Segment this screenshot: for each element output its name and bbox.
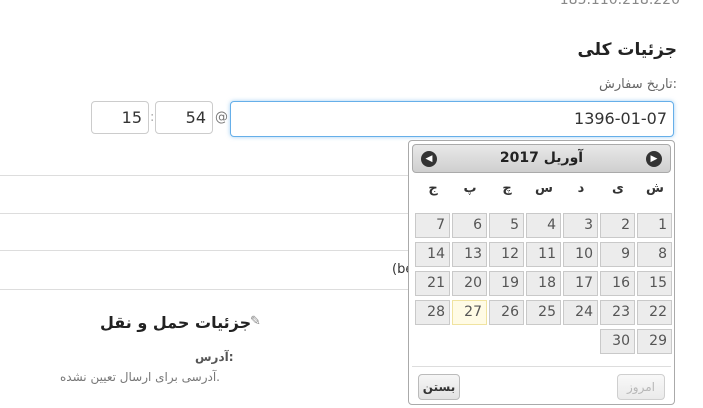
time-separator: :	[150, 110, 155, 125]
day-cell[interactable]: 13	[452, 242, 487, 267]
address-label: آدرس:	[195, 350, 234, 364]
day-cell[interactable]: 7	[415, 213, 450, 238]
day-cell[interactable]: 17	[563, 271, 598, 296]
weekday-header: ج	[428, 181, 438, 196]
shipping-details-title: جزئیات حمل و نقل	[100, 313, 252, 332]
today-button[interactable]: امروز	[617, 374, 665, 400]
day-cell[interactable]: 11	[526, 242, 561, 267]
day-cell[interactable]: 10	[563, 242, 598, 267]
day-cell[interactable]: 23	[600, 300, 635, 325]
day-cell[interactable]: 20	[452, 271, 487, 296]
divider	[0, 213, 410, 214]
general-details-title: جزئیات کلی	[577, 40, 677, 60]
address-value: آدرسی برای ارسال تعیین نشده.	[60, 370, 220, 384]
weekday-header: د	[577, 181, 585, 196]
day-cell[interactable]: 25	[526, 300, 561, 325]
order-date-input[interactable]: 1396-01-07	[230, 101, 674, 137]
day-cell[interactable]: 1	[637, 213, 672, 238]
hour-input[interactable]: 15	[91, 101, 149, 134]
day-cell[interactable]: 28	[415, 300, 450, 325]
datepicker: ◀ آوریل 2017 ▶ ش ی د س چ پ ج 1 2 3 4 5 6 7 8 9 10 11 12 13 1…	[408, 140, 675, 405]
weekday-header: س	[535, 181, 553, 196]
day-cell[interactable]: 26	[489, 300, 524, 325]
ip-address: 185.110.218.220	[559, 0, 680, 8]
close-button[interactable]: بستن	[418, 374, 460, 400]
day-cell[interactable]: 5	[489, 213, 524, 238]
day-cell[interactable]: 29	[637, 329, 672, 354]
day-cell[interactable]: 19	[489, 271, 524, 296]
day-cell[interactable]: 27	[452, 300, 487, 325]
divider	[0, 250, 410, 251]
day-cell[interactable]: 8	[637, 242, 672, 267]
day-cell[interactable]: 16	[600, 271, 635, 296]
day-cell[interactable]: 22	[637, 300, 672, 325]
day-cell[interactable]: 24	[563, 300, 598, 325]
weekday-header: چ	[502, 181, 512, 196]
next-month-button[interactable]: ▶	[646, 151, 662, 167]
divider	[0, 175, 410, 176]
day-cell[interactable]: 9	[600, 242, 635, 267]
day-cell[interactable]: 6	[452, 213, 487, 238]
day-cell[interactable]: 30	[600, 329, 635, 354]
day-cell[interactable]: 12	[489, 242, 524, 267]
at-sign: @	[215, 110, 228, 125]
day-cell[interactable]: 21	[415, 271, 450, 296]
day-cell[interactable]: 18	[526, 271, 561, 296]
day-cell[interactable]: 2	[600, 213, 635, 238]
datepicker-title: آوریل 2017	[499, 150, 584, 166]
divider	[0, 289, 410, 290]
day-cell[interactable]: 15	[637, 271, 672, 296]
datepicker-divider	[412, 366, 671, 367]
minute-input[interactable]: 54	[155, 101, 213, 134]
day-cell[interactable]: 4	[526, 213, 561, 238]
weekday-header: ش	[646, 181, 664, 196]
day-cell[interactable]: 14	[415, 242, 450, 267]
day-cell[interactable]: 3	[563, 213, 598, 238]
datepicker-header: ◀ آوریل 2017 ▶	[412, 144, 671, 173]
pencil-icon[interactable]: ✎	[250, 314, 261, 329]
order-date-label: تاریخ سفارش:	[599, 77, 677, 92]
weekday-header: ی	[612, 181, 624, 196]
weekday-header: پ	[463, 181, 477, 196]
